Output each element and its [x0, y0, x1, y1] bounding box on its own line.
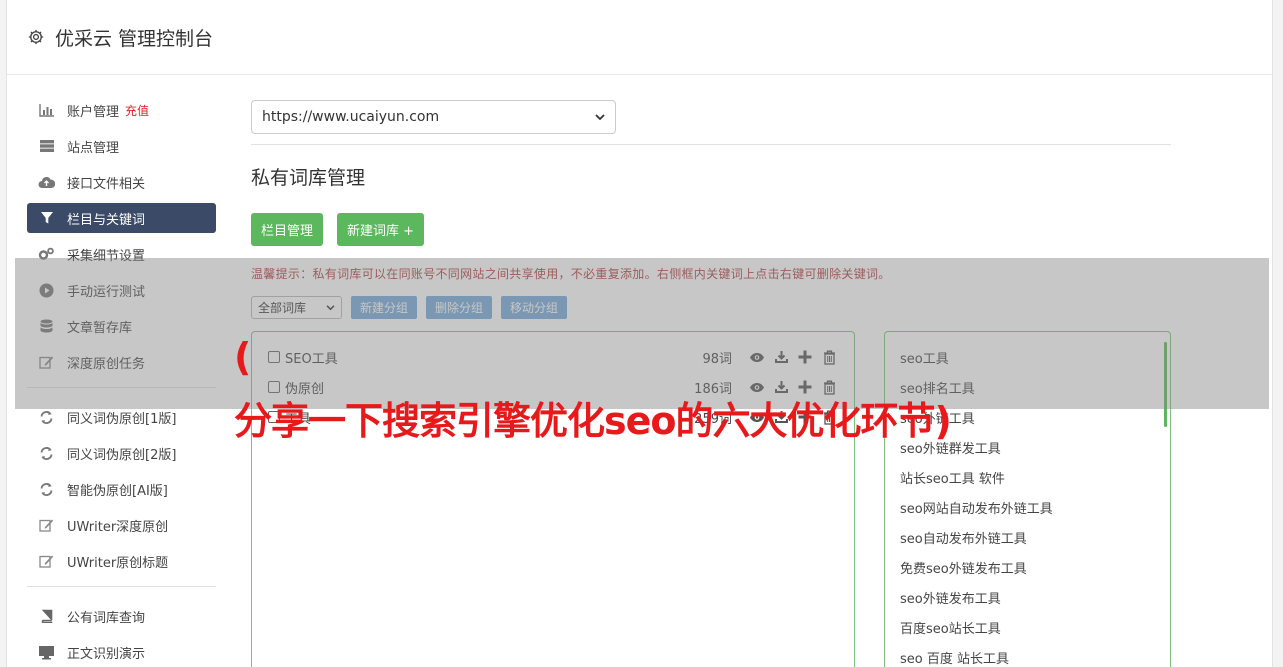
sidebar-item-label: 智能伪原创[AI版] [67, 483, 168, 499]
keyword-item[interactable]: 百度seo站长工具 [885, 612, 1170, 642]
sidebar-item-uwriter-deep[interactable]: UWriter深度原创 [27, 510, 216, 540]
refresh-icon [38, 445, 55, 462]
sidebar-item-label: 账户管理 [67, 104, 120, 120]
book-icon [38, 608, 55, 625]
sidebar-item-label: UWriter深度原创 [67, 519, 169, 535]
sidebar-item-columns-keywords[interactable]: 栏目与关键词 [27, 203, 216, 233]
sidebar-item-label: UWriter原创标题 [67, 555, 169, 571]
sidebar-divider [27, 586, 216, 587]
refresh-icon [38, 409, 55, 426]
keyword-item[interactable]: seo 百度 站长工具 [885, 642, 1170, 667]
sidebar-item-interface-files[interactable]: 接口文件相关 [27, 167, 216, 197]
monitor-icon [38, 644, 55, 661]
action-buttons: 栏目管理 新建词库 + [251, 213, 1171, 246]
gear-icon [28, 29, 44, 45]
sidebar-item-account[interactable]: 账户管理 充值 [27, 95, 216, 125]
edit-icon [38, 553, 55, 570]
page-header-title: 优采云 管理控制台 [55, 27, 214, 50]
top-bar: 优采云 管理控制台 [7, 0, 1272, 75]
sidebar-item-uwriter-title[interactable]: UWriter原创标题 [27, 546, 216, 576]
sidebar-item-label: 栏目与关键词 [67, 212, 146, 228]
edit-icon [38, 517, 55, 534]
overlay-headline-line2: 分享一下搜索引擎优化seo的六大优化环节) [234, 399, 952, 443]
new-library-button[interactable]: 新建词库 + [337, 213, 425, 246]
sidebar-item-label: 正文识别演示 [67, 646, 146, 662]
recharge-link[interactable]: 充值 [125, 102, 149, 119]
sidebar-item-public-lib[interactable]: 公有词库查询 [27, 601, 216, 631]
sidebar-item-label: 同义词伪原创[1版] [67, 411, 177, 427]
sidebar-item-ai-original[interactable]: 智能伪原创[AI版] [27, 474, 216, 504]
refresh-icon [38, 481, 55, 498]
chevron-down-icon [595, 113, 605, 120]
filter-icon [38, 210, 55, 227]
keyword-item[interactable]: seo网站自动发布外链工具 [885, 492, 1170, 522]
divider [251, 144, 1171, 145]
sidebar-item-synonym-v2[interactable]: 同义词伪原创[2版] [27, 438, 216, 468]
server-icon [38, 138, 55, 155]
keyword-item[interactable]: seo外链发布工具 [885, 582, 1170, 612]
overlay-headline-line1: ( [234, 335, 251, 379]
site-select[interactable]: https://www.ucaiyun.com [251, 100, 616, 134]
cloud-upload-icon [38, 174, 55, 191]
sidebar-item-label: 公有词库查询 [67, 610, 146, 626]
keyword-item[interactable]: 站长seo工具 软件 [885, 462, 1170, 492]
keyword-item[interactable]: seo自动发布外链工具 [885, 522, 1170, 552]
sidebar-item-text-recognition[interactable]: 正文识别演示 [27, 637, 216, 667]
page-title: 私有词库管理 [251, 167, 366, 189]
sidebar-item-sites[interactable]: 站点管理 [27, 131, 216, 161]
keyword-item[interactable]: 免费seo外链发布工具 [885, 552, 1170, 582]
bar-chart-icon [38, 102, 55, 119]
overlay-headline: ( 分享一下搜索引擎优化seo的六大优化环节) [234, 333, 952, 445]
site-select-value: https://www.ucaiyun.com [262, 109, 440, 125]
column-manage-button[interactable]: 栏目管理 [251, 213, 324, 246]
sidebar-item-label: 同义词伪原创[2版] [67, 447, 177, 463]
sidebar-item-label: 接口文件相关 [67, 176, 146, 192]
sidebar-item-label: 站点管理 [67, 140, 120, 156]
